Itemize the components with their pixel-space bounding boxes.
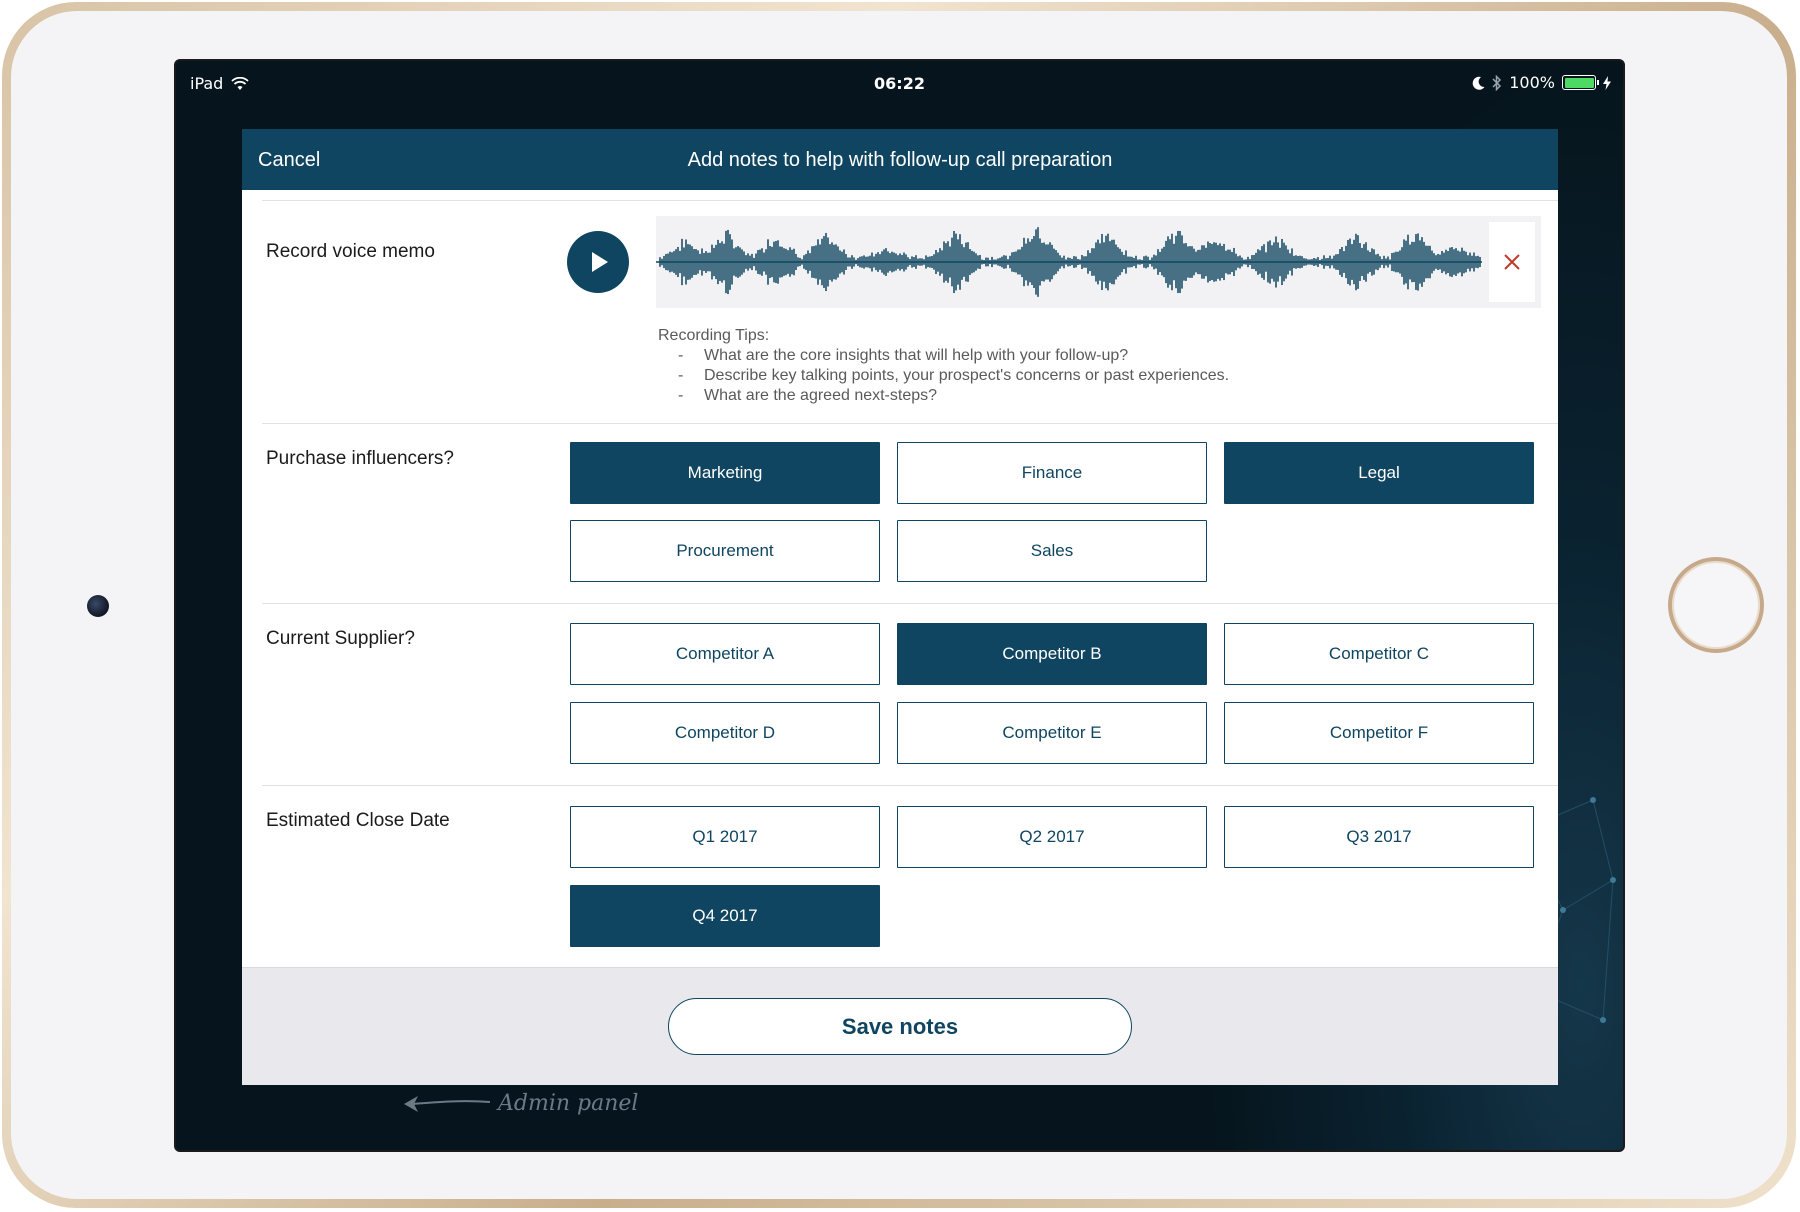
close-date-label: Estimated Close Date [266, 810, 450, 831]
tip-text: What are the core insights that will hel… [704, 347, 1129, 364]
arrow-left-icon [404, 1095, 491, 1112]
close-date-section: Estimated Close Date Q1 2017 Q2 2017 Q3 … [262, 785, 1558, 967]
recording-tips: Recording Tips: - What are the core insi… [658, 326, 1229, 406]
play-icon [592, 252, 608, 272]
purchase-influencers-label: Purchase influencers? [266, 448, 454, 469]
modal-footer: Save notes [242, 967, 1558, 1085]
status-time: 06:22 [874, 74, 925, 93]
charging-icon [1603, 75, 1611, 90]
tip-bullet: - [678, 387, 684, 404]
voice-memo-label: Record voice memo [266, 241, 435, 262]
waveform-graphic [656, 227, 1482, 297]
delete-recording-button[interactable] [1489, 222, 1535, 302]
admin-panel-link[interactable]: Admin panel [402, 1091, 638, 1116]
tip-item: - What are the agreed next-steps? [658, 386, 1229, 406]
option-competitor-b[interactable]: Competitor B [897, 623, 1207, 685]
voice-memo-section: Record voice memo Recording Tips: - What… [262, 200, 1558, 423]
battery-percent: 100% [1509, 73, 1555, 92]
save-notes-button[interactable]: Save notes [668, 998, 1132, 1055]
tip-item: - Describe key talking points, your pros… [658, 366, 1229, 386]
option-marketing[interactable]: Marketing [570, 442, 880, 504]
battery-icon [1562, 75, 1599, 90]
waveform-player[interactable] [656, 216, 1541, 308]
modal-header: Cancel Add notes to help with follow-up … [242, 129, 1558, 190]
close-icon [1504, 254, 1520, 270]
current-supplier-section: Current Supplier? Competitor A Competito… [262, 603, 1558, 785]
option-competitor-d[interactable]: Competitor D [570, 702, 880, 764]
admin-panel-label: Admin panel [498, 1091, 639, 1116]
purchase-influencers-section: Purchase influencers? Marketing Finance … [262, 423, 1558, 603]
option-q3-2017[interactable]: Q3 2017 [1224, 806, 1534, 868]
ipad-screen: iPad 06:22 100% Cancel Add notes to help… [174, 59, 1625, 1152]
option-competitor-a[interactable]: Competitor A [570, 623, 880, 685]
option-procurement[interactable]: Procurement [570, 520, 880, 582]
notes-modal: Cancel Add notes to help with follow-up … [242, 129, 1558, 1085]
tips-title: Recording Tips: [658, 327, 770, 344]
option-sales[interactable]: Sales [897, 520, 1207, 582]
option-competitor-f[interactable]: Competitor F [1224, 702, 1534, 764]
option-competitor-e[interactable]: Competitor E [897, 702, 1207, 764]
option-q4-2017[interactable]: Q4 2017 [570, 885, 880, 947]
option-q2-2017[interactable]: Q2 2017 [897, 806, 1207, 868]
tip-text: Describe key talking points, your prospe… [704, 367, 1230, 384]
camera-icon [87, 595, 109, 617]
tip-bullet: - [678, 367, 684, 384]
play-button[interactable] [567, 231, 629, 293]
moon-icon [1472, 76, 1485, 90]
tip-item: - What are the core insights that will h… [658, 346, 1229, 366]
home-button[interactable] [1668, 557, 1764, 653]
tip-bullet: - [678, 347, 684, 364]
option-competitor-c[interactable]: Competitor C [1224, 623, 1534, 685]
option-finance[interactable]: Finance [897, 442, 1207, 504]
status-bar: iPad 06:22 100% [176, 61, 1623, 101]
bluetooth-icon [1492, 74, 1502, 91]
modal-title: Add notes to help with follow-up call pr… [687, 149, 1113, 171]
tip-text: What are the agreed next-steps? [704, 387, 938, 404]
option-q1-2017[interactable]: Q1 2017 [570, 806, 880, 868]
option-legal[interactable]: Legal [1224, 442, 1534, 504]
current-supplier-label: Current Supplier? [266, 628, 415, 649]
